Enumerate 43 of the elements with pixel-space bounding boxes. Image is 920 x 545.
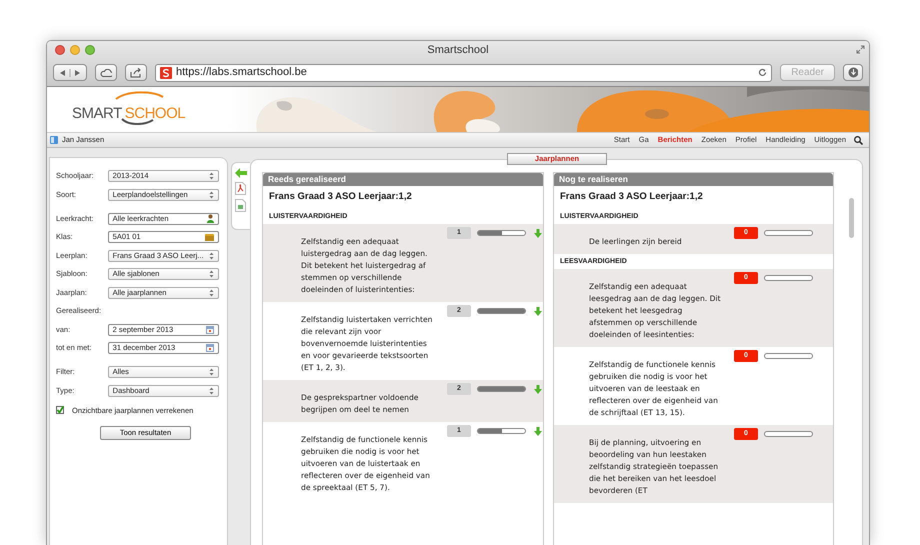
calendar-icon[interactable] bbox=[206, 326, 214, 334]
search-icon[interactable] bbox=[854, 136, 863, 144]
spreadsheet-icon[interactable] bbox=[235, 199, 246, 212]
down-arrow-icon[interactable] bbox=[534, 307, 542, 316]
folder-icon[interactable] bbox=[205, 234, 214, 240]
minimize-button[interactable] bbox=[70, 45, 80, 55]
checkbox[interactable] bbox=[56, 406, 64, 414]
close-button[interactable] bbox=[55, 45, 65, 55]
reload-icon[interactable] bbox=[758, 68, 768, 77]
zoom-button[interactable] bbox=[85, 45, 95, 55]
pdf-icon[interactable] bbox=[235, 182, 246, 195]
down-arrow-icon[interactable] bbox=[534, 427, 542, 436]
person-icon[interactable] bbox=[207, 214, 214, 223]
dropdown-arrow-icon bbox=[209, 386, 214, 394]
site-icon bbox=[160, 66, 172, 78]
dropdown-arrow-icon bbox=[209, 288, 214, 296]
dropdown-arrow-icon bbox=[209, 270, 214, 278]
plan-title: Frans Graad 3 ASO Leerjaar:1,2 bbox=[559, 190, 704, 204]
fullscreen-icon[interactable] bbox=[856, 45, 865, 54]
share-icon bbox=[130, 68, 142, 78]
column-header: Nog te realiseren bbox=[554, 173, 833, 186]
back-arrow-icon[interactable] bbox=[235, 168, 247, 178]
down-arrow-icon[interactable] bbox=[534, 385, 542, 394]
back-forward-button[interactable] bbox=[53, 64, 87, 81]
user-icon bbox=[50, 136, 58, 144]
back-forward-icon bbox=[59, 68, 81, 76]
dropdown-arrow-icon bbox=[209, 252, 214, 260]
dropdown-arrow-icon bbox=[209, 368, 214, 376]
download-icon bbox=[848, 67, 858, 78]
share-button[interactable] bbox=[125, 64, 147, 81]
calendar-icon[interactable] bbox=[206, 344, 214, 352]
cloud-icon bbox=[100, 68, 112, 76]
logo: SMART SCHOOL bbox=[72, 93, 186, 126]
cloud-button[interactable] bbox=[95, 64, 117, 81]
downloads-button[interactable] bbox=[843, 64, 863, 81]
column-header: Reeds gerealiseerd bbox=[263, 173, 543, 186]
dropdown-arrow-icon bbox=[209, 190, 214, 198]
down-arrow-icon[interactable] bbox=[534, 229, 542, 238]
dropdown-arrow-icon bbox=[209, 172, 214, 180]
window-title: Smartschool bbox=[427, 43, 489, 58]
scrollbar-thumb[interactable] bbox=[849, 198, 854, 238]
plan-title: Frans Graad 3 ASO Leerjaar:1,2 bbox=[268, 190, 413, 204]
address-bar[interactable]: https://labs.smartschool.be bbox=[155, 64, 772, 82]
